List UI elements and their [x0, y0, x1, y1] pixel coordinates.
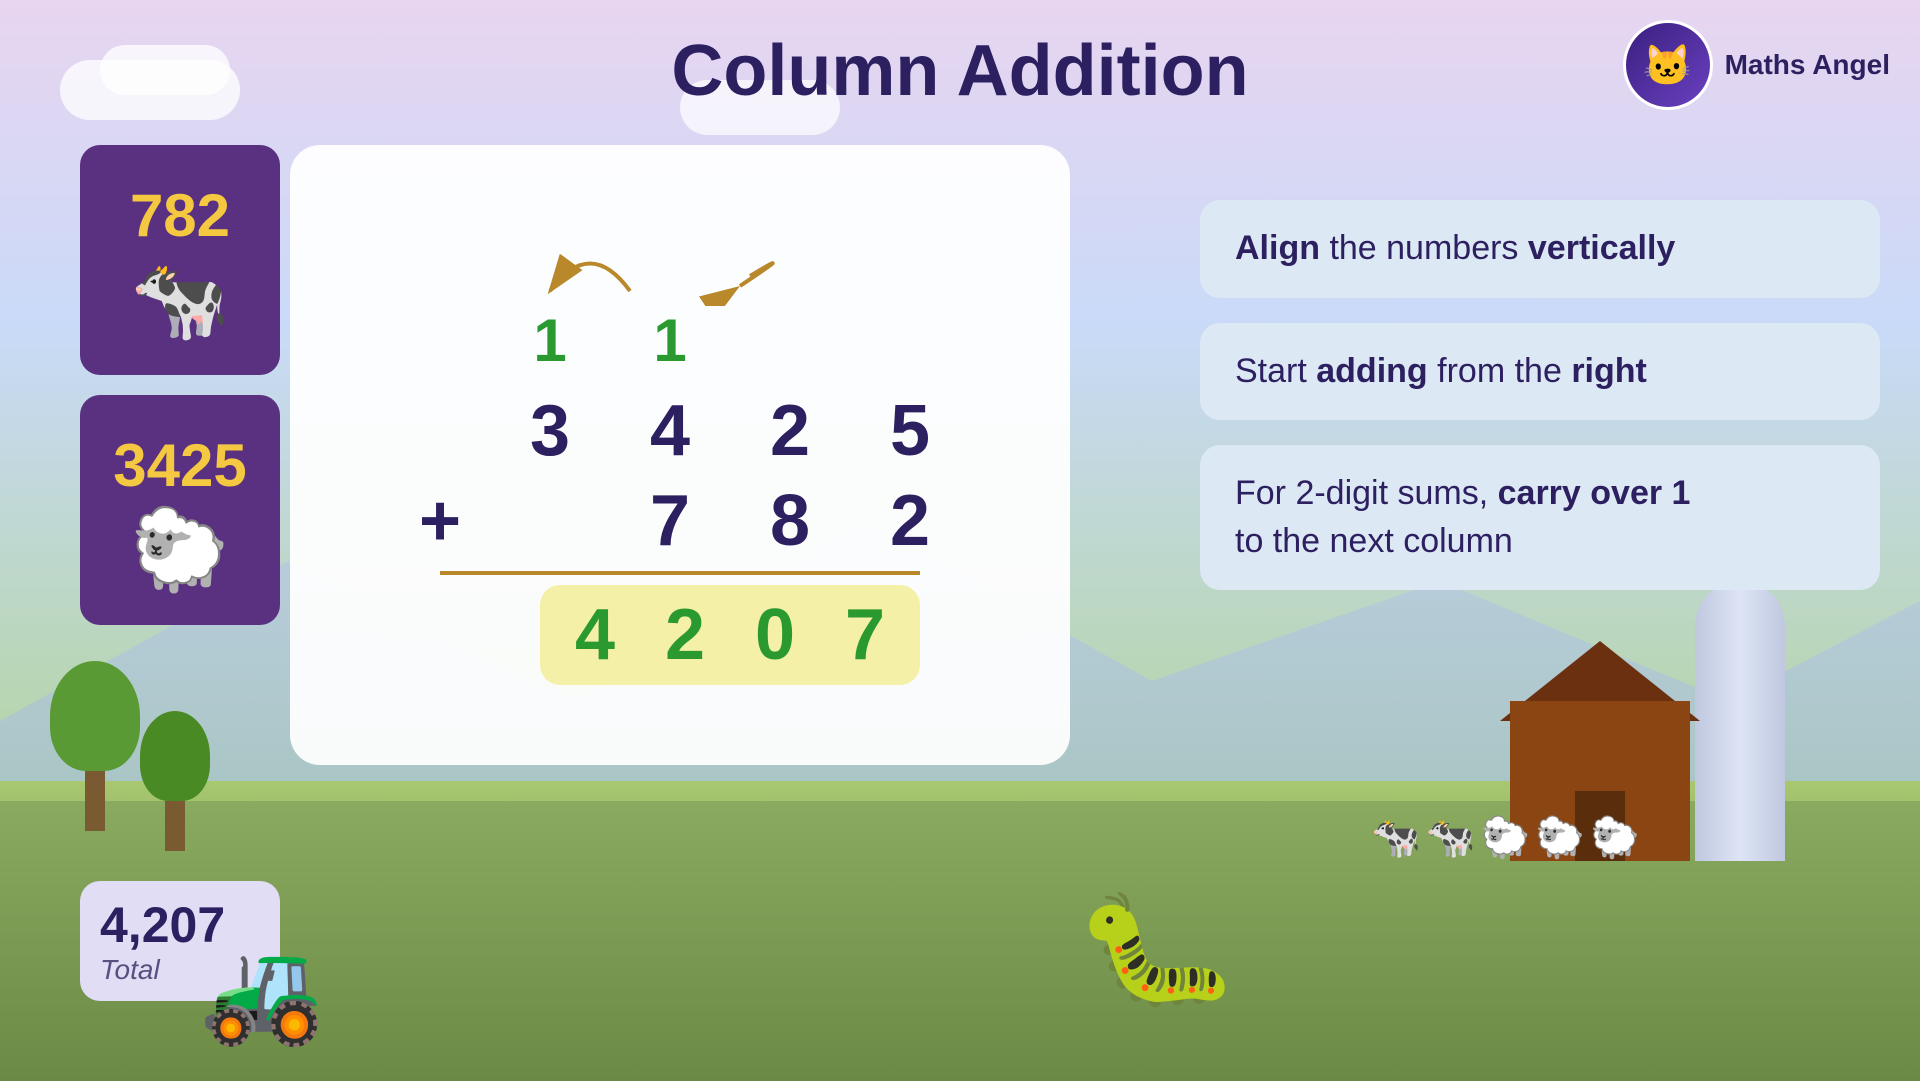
row2-d3: 2 [850, 476, 970, 566]
row1-d3: 2 [730, 386, 850, 476]
addition-grid: 1 1 3 4 2 5 + 7 8 2 [330, 226, 1030, 685]
row1-d1: 3 [490, 386, 610, 476]
row2-spacer [490, 476, 610, 566]
field-cows: 🐄🐄🐑🐑🐑 [1371, 814, 1640, 861]
row1-d2: 4 [610, 386, 730, 476]
row1-spacer [390, 386, 490, 476]
main-panel: 1 1 3 4 2 5 + 7 8 2 [290, 145, 1070, 765]
tree-left2 [140, 711, 210, 851]
row1: 3 4 2 5 [330, 386, 1030, 476]
logo-icon: 🐱 [1623, 20, 1713, 110]
logo-text: Maths Angel [1725, 49, 1890, 81]
info1-bold2: vertically [1528, 229, 1675, 267]
row1-d4: 5 [850, 386, 970, 476]
info2-bold1: adding [1316, 352, 1427, 390]
total-label: Total [100, 954, 160, 986]
carry-empty-1 [390, 296, 490, 386]
info1-bold1: Align [1235, 229, 1320, 267]
card-782: 782 🐄 [80, 145, 280, 375]
cow-icon: 🐄 [130, 260, 230, 340]
carry-digit-1: 1 [490, 306, 610, 376]
tree-left [50, 661, 140, 831]
info1-text1: the numbers [1329, 229, 1527, 267]
info3-text2: to the next column [1235, 522, 1513, 560]
row2: + 7 8 2 [330, 476, 1030, 566]
result-d1: 4 [550, 590, 640, 680]
result-box: 4 2 0 7 [540, 585, 920, 685]
left-cards: 782 🐄 3425 🐑 [80, 145, 280, 625]
info-box-1: Align the numbers vertically [1200, 200, 1880, 298]
info3-text1: For 2-digit sums, [1235, 474, 1498, 512]
carry-arrows-svg [430, 226, 930, 306]
info2-text1: Start [1235, 352, 1316, 390]
logo: 🐱 Maths Angel [1623, 20, 1890, 110]
card-number-2: 3425 [113, 431, 246, 500]
info-box-3: For 2-digit sums, carry over 1 to the ne… [1200, 445, 1880, 590]
info-box-2: Start adding from the right [1200, 323, 1880, 421]
result-d4: 7 [820, 590, 910, 680]
info3-bold1: carry over 1 [1498, 474, 1691, 512]
carry-arrows-container [430, 226, 930, 306]
sheep-icon: 🐑 [130, 510, 230, 590]
info-boxes: Align the numbers vertically Start addin… [1200, 200, 1880, 590]
carry-row: 1 1 [330, 296, 1030, 386]
card-3425: 3425 🐑 [80, 395, 280, 625]
row2-d1: 7 [610, 476, 730, 566]
info2-bold2: right [1571, 352, 1647, 390]
tractor-icon: 🚜 [200, 934, 325, 1051]
divider-line [440, 571, 920, 575]
result-d2: 2 [640, 590, 730, 680]
info2-text2: from the [1437, 352, 1571, 390]
carry-digit-2: 1 [610, 306, 730, 376]
card-number-1: 782 [130, 181, 230, 250]
result-d3: 0 [730, 590, 820, 680]
result-row: 4 2 0 7 [330, 585, 1030, 685]
plus-sign: + [390, 476, 490, 566]
row2-d2: 8 [730, 476, 850, 566]
